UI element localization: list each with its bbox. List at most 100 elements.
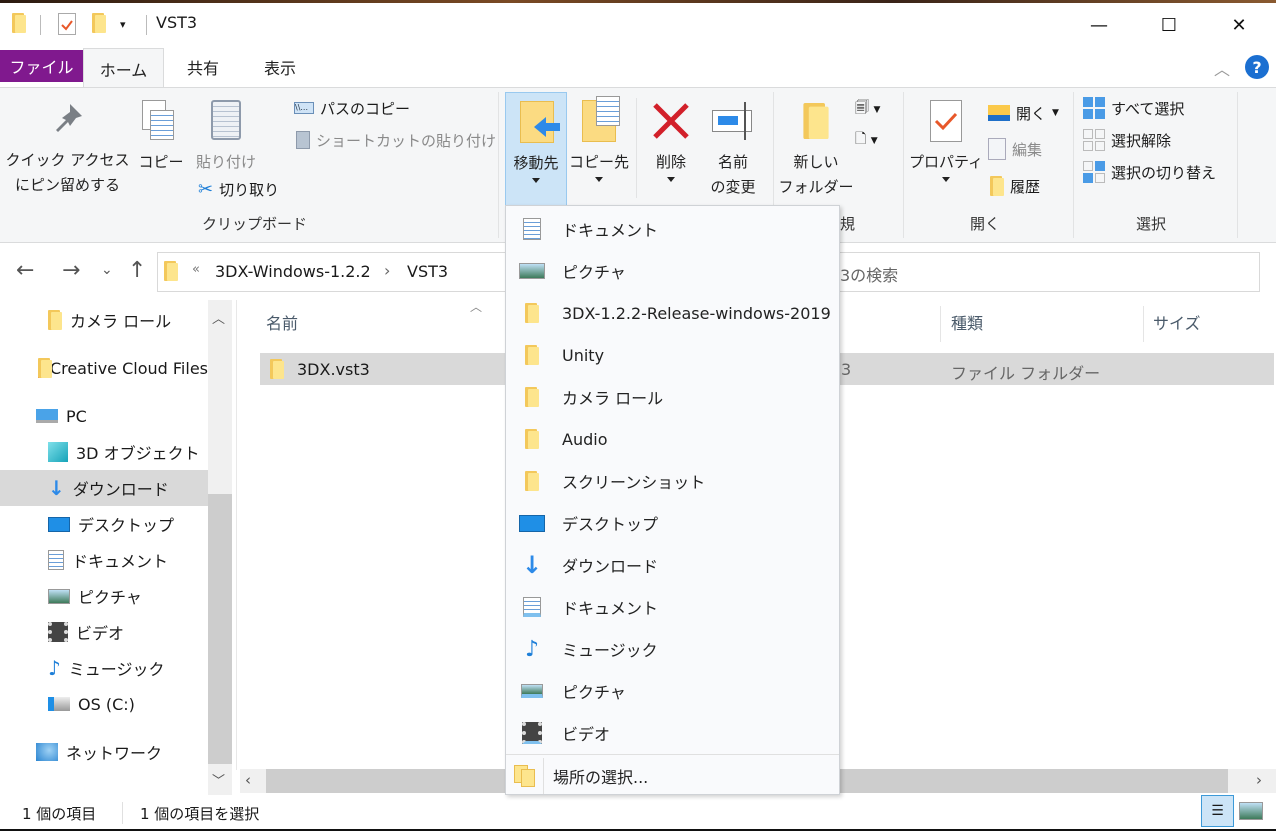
tab-view[interactable]: 表示 — [242, 48, 318, 85]
sidebar-item-3d-objects[interactable]: 3D オブジェクト — [48, 434, 208, 470]
sidebar-item-downloads[interactable]: ↓ ダウンロード — [0, 470, 208, 506]
pictures-icon — [519, 263, 545, 279]
cut-button[interactable]: ✂ 切り取り — [198, 177, 279, 201]
breadcrumb-overflow[interactable]: « — [192, 262, 200, 277]
sidebar-item-music[interactable]: ♪ ミュージック — [48, 650, 208, 686]
menu-item-documents[interactable]: ドキュメント — [506, 208, 839, 250]
copy-to-button[interactable]: コピー先 — [568, 92, 630, 182]
rename-button[interactable]: 名前 の変更 — [704, 92, 762, 200]
menu-item-downloads[interactable]: ↓ ダウンロード — [506, 544, 839, 586]
easy-access-icon: 🗋 — [855, 131, 867, 147]
properties-button[interactable]: プロパティ — [908, 92, 984, 182]
copy-path-button[interactable]: \\... パスのコピー — [294, 96, 410, 120]
menu-item-music-library[interactable]: ♪ ミュージック — [506, 628, 839, 670]
menu-item-desktop[interactable]: デスクトップ — [506, 502, 839, 544]
breadcrumb-separator[interactable]: › — [384, 261, 390, 280]
desktop-icon — [48, 516, 70, 532]
window-title: VST3 — [156, 13, 198, 32]
customize-dropdown-icon[interactable]: ▾ — [120, 18, 126, 31]
file-type: ファイル フォルダー — [951, 364, 1101, 383]
help-icon[interactable]: ? — [1245, 55, 1269, 79]
column-header-name[interactable]: 名前 — [266, 300, 298, 344]
move-to-menu: ドキュメント ピクチャ 3DX-1.2.2-Release-windows-20… — [505, 205, 840, 795]
up-button[interactable]: ↑ — [128, 258, 146, 283]
sidebar-item-os-drive[interactable]: OS (C:) — [48, 686, 208, 722]
new-item-button[interactable]: 🗐 ▼ — [855, 97, 880, 121]
divider — [122, 802, 123, 824]
breadcrumb-item[interactable]: 3DX-Windows-1.2.2 — [215, 262, 371, 281]
chevron-down-icon: ▼ — [870, 136, 878, 146]
group-divider — [498, 92, 499, 238]
menu-item-choose-location[interactable]: 場所の選択... — [506, 755, 839, 797]
selected-count: 1 個の項目を選択 — [140, 805, 260, 823]
3d-objects-icon — [48, 442, 68, 462]
scroll-up-icon[interactable]: ︿ — [212, 308, 225, 327]
move-to-button[interactable]: 移動先 — [505, 92, 567, 206]
scissors-icon: ✂ — [198, 178, 214, 200]
large-icons-view-button[interactable] — [1239, 802, 1263, 820]
scroll-down-icon[interactable]: ﹀ — [212, 770, 225, 789]
maximize-button[interactable]: ☐ — [1146, 3, 1192, 48]
sidebar-item-desktop[interactable]: デスクトップ — [48, 506, 208, 542]
menu-item-folder[interactable]: 3DX-1.2.2-Release-windows-2019 — [506, 292, 839, 334]
new-folder-icon — [778, 92, 854, 150]
properties-icon[interactable] — [58, 13, 76, 35]
documents-icon — [48, 550, 64, 570]
easy-access-button[interactable]: 🗋 ▼ — [855, 128, 878, 152]
folder-icon — [525, 303, 539, 323]
menu-item-documents-library[interactable]: ドキュメント — [506, 586, 839, 628]
sidebar-item-creative-cloud[interactable]: Creative Cloud Files — [38, 350, 208, 386]
sidebar-item-camera-roll[interactable]: カメラ ロール — [48, 302, 208, 338]
scroll-left-icon[interactable]: ‹ — [245, 771, 251, 789]
close-button[interactable]: ✕ — [1216, 3, 1262, 48]
open-button[interactable]: 開く ▼ — [988, 101, 1059, 125]
folder-icon — [12, 13, 26, 37]
menu-item-folder[interactable]: Unity — [506, 334, 839, 376]
new-folder-button[interactable]: 新しい フォルダー — [778, 92, 854, 200]
sidebar-item-pictures[interactable]: ピクチャ — [48, 578, 208, 614]
invert-selection-button[interactable]: 選択の切り替え — [1083, 160, 1216, 184]
menu-item-videos-library[interactable]: ビデオ — [506, 712, 839, 754]
column-divider[interactable] — [940, 306, 941, 342]
sort-ascending-icon: ︿ — [470, 300, 483, 314]
choose-location-icon — [506, 765, 543, 787]
column-header-type[interactable]: 種類 — [951, 300, 983, 344]
menu-item-pictures[interactable]: ピクチャ — [506, 250, 839, 292]
pin-to-quick-access-button[interactable]: クイック アクセス にピン留めする — [0, 100, 135, 198]
history-button[interactable]: 履歴 — [990, 174, 1040, 198]
column-header-size[interactable]: サイズ — [1153, 300, 1201, 344]
sidebar-scrollbar-thumb[interactable] — [208, 494, 232, 764]
sidebar-item-videos[interactable]: ビデオ — [48, 614, 208, 650]
edit-button[interactable]: 編集 — [988, 137, 1042, 161]
tab-share[interactable]: 共有 — [164, 48, 242, 85]
select-all-button[interactable]: すべて選択 — [1083, 96, 1184, 120]
scroll-right-icon[interactable]: › — [1256, 771, 1262, 789]
sidebar-item-pc[interactable]: PC — [36, 398, 206, 434]
paste-button[interactable]: 貼り付け — [193, 98, 259, 175]
menu-item-folder[interactable]: カメラ ロール — [506, 376, 839, 418]
breadcrumb-item[interactable]: VST3 — [407, 262, 448, 281]
select-none-button[interactable]: 選択解除 — [1083, 128, 1171, 152]
menu-item-pictures-library[interactable]: ピクチャ — [506, 670, 839, 712]
pc-icon — [36, 409, 58, 423]
details-view-button[interactable]: ☰ — [1201, 795, 1234, 827]
minimize-button[interactable]: — — [1076, 3, 1122, 48]
menu-item-folder[interactable]: スクリーンショット — [506, 460, 839, 502]
copy-button[interactable]: コピー — [138, 98, 184, 175]
menu-item-folder[interactable]: Audio — [506, 418, 839, 460]
column-divider[interactable] — [1143, 306, 1144, 342]
collapse-ribbon-icon[interactable]: ︿ — [1214, 56, 1230, 80]
recent-locations-button[interactable]: ⌄ — [101, 262, 113, 278]
delete-button[interactable]: 削除 — [642, 92, 700, 182]
paste-shortcut-button[interactable]: ショートカットの貼り付け — [296, 128, 496, 152]
file-name: 3DX.vst3 — [297, 360, 370, 379]
sidebar-item-documents[interactable]: ドキュメント — [48, 542, 208, 578]
back-button[interactable]: ← — [16, 258, 34, 283]
forward-button[interactable]: → — [62, 258, 80, 283]
new-folder-icon[interactable] — [92, 13, 106, 37]
rename-icon — [704, 92, 762, 150]
sidebar-item-network[interactable]: ネットワーク — [36, 734, 206, 770]
tab-home[interactable]: ホーム — [83, 48, 164, 88]
folder-icon — [270, 359, 284, 383]
tab-file[interactable]: ファイル — [0, 50, 83, 82]
